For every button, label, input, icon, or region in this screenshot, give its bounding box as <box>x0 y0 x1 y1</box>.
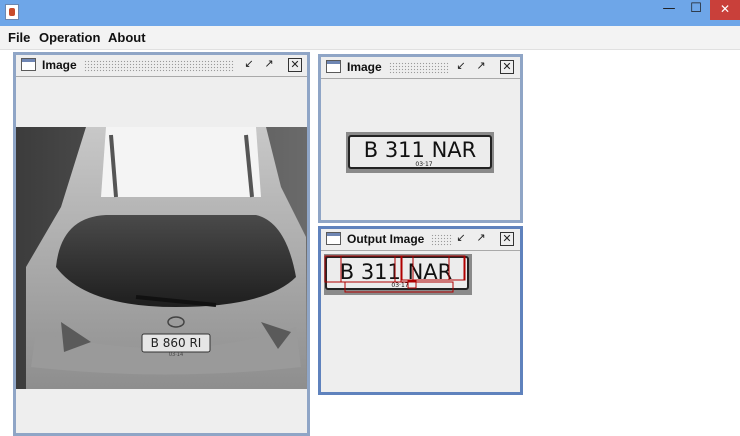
frame-close-icon[interactable]: ✕ <box>500 60 514 74</box>
plate-sub-text: 03·17 <box>415 161 432 168</box>
car-plate-sub: 03·14 <box>169 352 183 358</box>
frame-title-bar[interactable]: Image ↙ ↗ ✕ <box>16 55 307 77</box>
frame-title-grip <box>389 62 449 74</box>
frame-window-icon <box>326 232 341 245</box>
frame-title: Output Image <box>347 232 425 246</box>
frame-title-grip <box>431 234 453 246</box>
image-frame-left[interactable]: Image ↙ ↗ ✕ B 860 RI 03·14 <box>13 52 310 436</box>
desktop-pane: Image ↙ ↗ ✕ B 860 RI 03·14 Image ↙ ↗ ✕ B… <box>0 50 740 436</box>
frame-iconify-icon[interactable]: ↙ <box>454 60 468 74</box>
frame-title-grip <box>84 60 234 72</box>
plate-text: B 311 NAR <box>364 138 477 162</box>
menu-about[interactable]: About <box>108 30 146 45</box>
frame-title-bar[interactable]: Output Image ↙ ↗ ✕ <box>321 229 520 251</box>
output-plate-sub-text: 03·17 <box>391 282 408 289</box>
frame-maximize-icon[interactable]: ↗ <box>262 58 276 72</box>
output-plate-image: B 311 NAR 03·17 <box>324 254 472 295</box>
frame-title: Image <box>42 58 77 72</box>
frame-window-icon <box>21 58 36 71</box>
frame-title-bar[interactable]: Image ↙ ↗ ✕ <box>321 57 520 79</box>
car-photo: B 860 RI 03·14 <box>16 127 307 389</box>
window-title-bar: — ☐ ✕ <box>0 0 740 26</box>
frame-title: Image <box>347 60 382 74</box>
frame-iconify-icon[interactable]: ↙ <box>242 58 256 72</box>
frame-close-icon[interactable]: ✕ <box>288 58 302 72</box>
car-plate-text: B 860 RI <box>151 336 202 350</box>
java-app-icon <box>5 4 19 20</box>
menu-bar: File Operation About <box>0 26 740 50</box>
frame-maximize-icon[interactable]: ↗ <box>474 232 488 246</box>
frame-iconify-icon[interactable]: ↙ <box>454 232 468 246</box>
menu-operation[interactable]: Operation <box>39 30 100 45</box>
output-image-frame[interactable]: Output Image ↙ ↗ ✕ B 311 NAR 03·17 <box>318 226 523 395</box>
window-minimize-icon[interactable]: — <box>657 0 681 20</box>
window-close-icon[interactable]: ✕ <box>710 0 740 20</box>
window-maximize-icon[interactable]: ☐ <box>683 0 709 20</box>
plate-image: B 311 NAR 03·17 <box>346 132 494 173</box>
frame-window-icon <box>326 60 341 73</box>
frame-maximize-icon[interactable]: ↗ <box>474 60 488 74</box>
image-frame-plate[interactable]: Image ↙ ↗ ✕ B 311 NAR 03·17 <box>318 54 523 223</box>
menu-file[interactable]: File <box>8 30 30 45</box>
frame-close-icon[interactable]: ✕ <box>500 232 514 246</box>
